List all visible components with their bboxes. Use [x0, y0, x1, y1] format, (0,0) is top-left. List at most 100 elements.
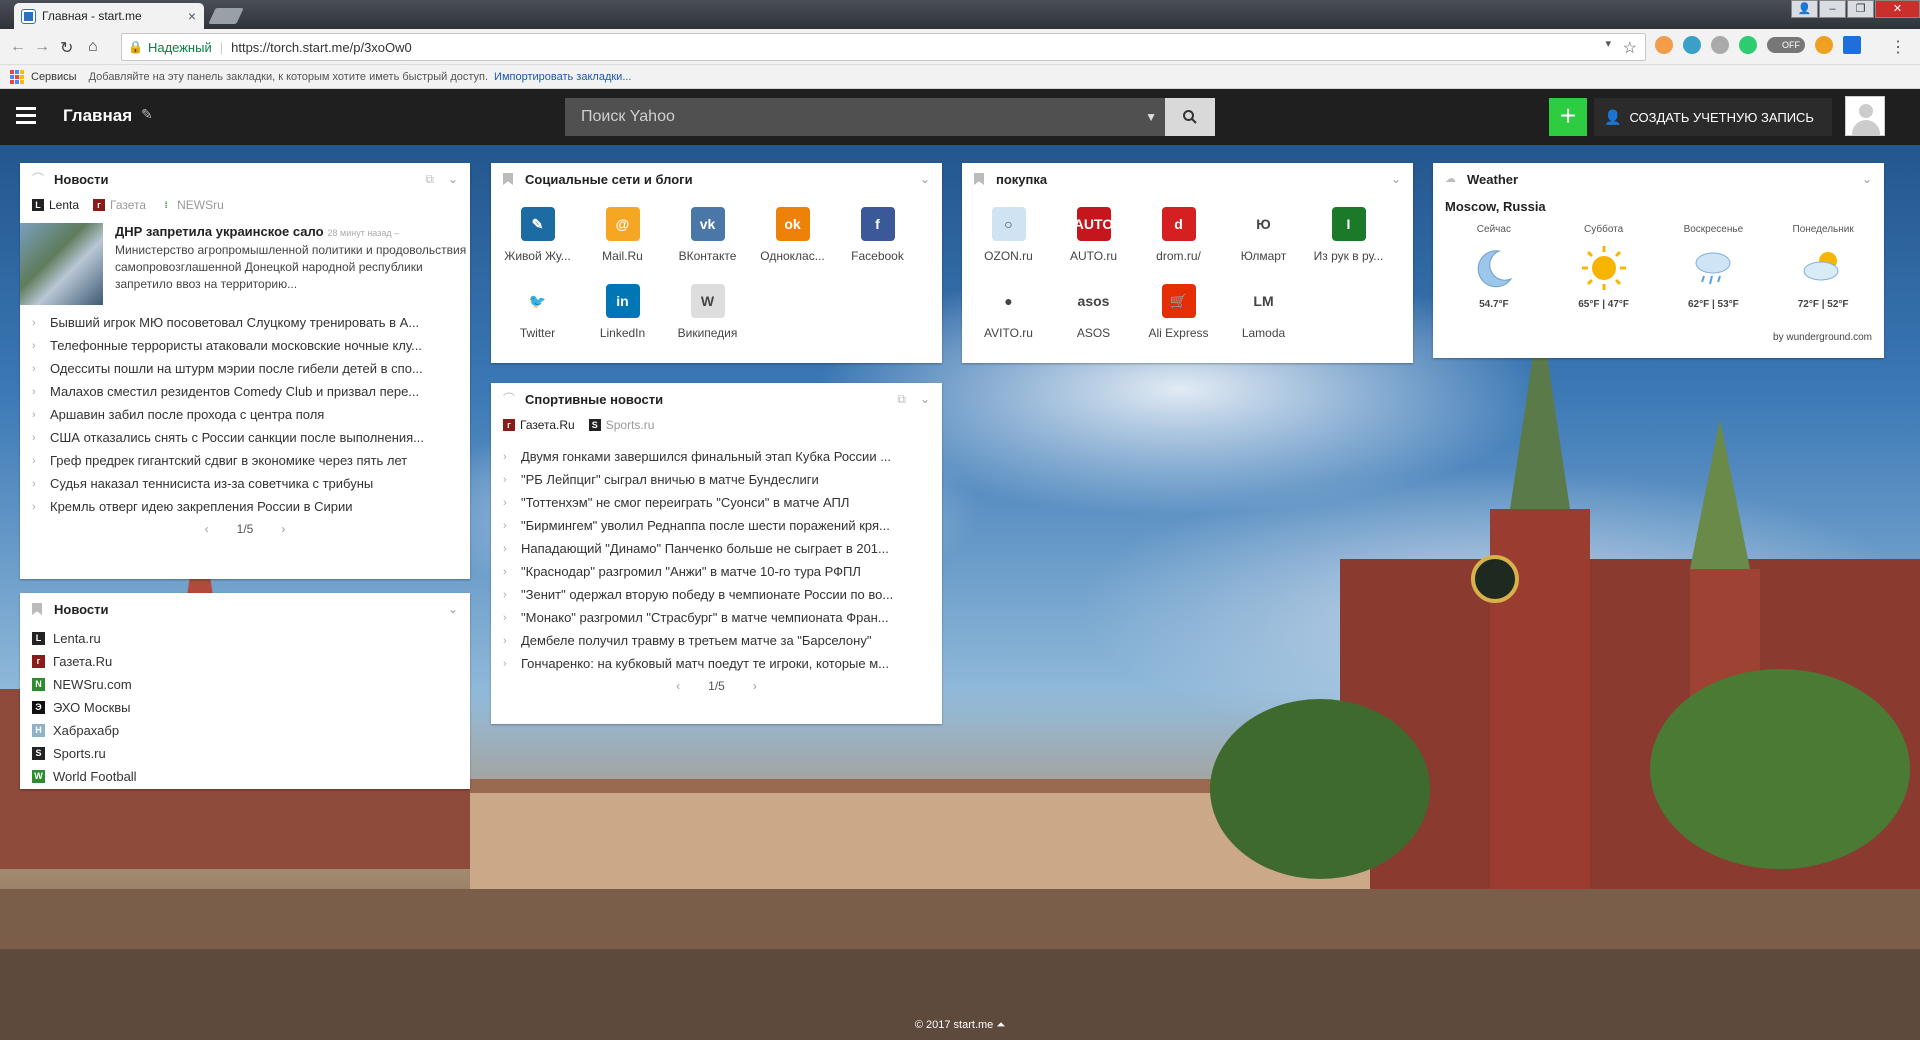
source-tab-gazeta[interactable]: г Газета	[93, 198, 146, 212]
import-bookmarks-link[interactable]: Импортировать закладки...	[494, 71, 631, 83]
list-item[interactable]: › Кремль отверг идею закрепления России в…	[32, 495, 458, 518]
bookmark-tile[interactable]: W Википедия	[665, 278, 750, 355]
list-item[interactable]: › "Краснодар" разгромил "Анжи" в матче 10…	[503, 560, 930, 583]
list-item[interactable]: › "Зенит" одержал вторую победу в чемпион…	[503, 583, 930, 606]
bookmark-tile[interactable]: asos ASOS	[1051, 278, 1136, 355]
user-icon[interactable]: 👤	[1791, 0, 1818, 18]
extension-download-icon[interactable]	[1711, 36, 1729, 54]
list-item[interactable]: › Нападающий "Динамо" Панченко больше не …	[503, 537, 930, 560]
back-icon[interactable]: ←	[10, 38, 26, 56]
list-item[interactable]: › Одесситы пошли на штурм мэрии после гиб…	[32, 357, 458, 380]
avatar[interactable]	[1845, 96, 1885, 136]
apps-link[interactable]: Сервисы	[31, 71, 77, 83]
external-link-icon[interactable]: ⧉	[897, 392, 906, 407]
widget-title[interactable]: Weather	[1467, 172, 1862, 187]
list-item[interactable]: › США отказались снять с России санкции п…	[32, 426, 458, 449]
bookmark-tile[interactable]: ✎ Живой Жу...	[495, 201, 580, 278]
link-item[interactable]: S Sports.ru	[32, 742, 458, 765]
bookmark-tile[interactable]: ○ OZON.ru	[966, 201, 1051, 278]
bookmark-tile[interactable]: ● AVITO.ru	[966, 278, 1051, 355]
chevron-down-icon[interactable]: ⌄	[920, 172, 930, 186]
close-window-button[interactable]: ✕	[1875, 0, 1920, 18]
url-text[interactable]: https://torch.start.me/p/3xoOw0	[231, 40, 412, 55]
minimize-button[interactable]: –	[1819, 0, 1846, 18]
widget-title[interactable]: Новости	[54, 172, 425, 187]
apps-grid-icon[interactable]	[10, 69, 24, 84]
source-tab-sportsru[interactable]: S Sports.ru	[588, 418, 654, 432]
widget-title[interactable]: Спортивные новости	[525, 392, 897, 407]
list-item[interactable]: › Греф предрек гигантский сдвиг в экономи…	[32, 449, 458, 472]
bookmark-tile[interactable]: LM Lamoda	[1221, 278, 1306, 355]
list-item[interactable]: › Аршавин забил после прохода с центра по…	[32, 403, 458, 426]
extension-toggle[interactable]: OFF	[1767, 37, 1805, 53]
source-tab-lenta[interactable]: L Lenta	[32, 198, 79, 212]
extension-green-icon[interactable]	[1739, 36, 1757, 54]
link-item[interactable]: г Газета.Ru	[32, 650, 458, 673]
search-input[interactable]	[565, 98, 1146, 136]
search-button[interactable]	[1165, 98, 1215, 136]
link-item[interactable]: N NEWSru.com	[32, 673, 458, 696]
page-title[interactable]: Главная	[63, 106, 132, 126]
extension-blue-icon[interactable]	[1843, 36, 1861, 54]
bookmark-tile[interactable]: 🐦 Twitter	[495, 278, 580, 355]
list-item[interactable]: › Двумя гонками завершился финальный этап…	[503, 445, 930, 468]
reload-icon[interactable]: ↻	[60, 38, 73, 58]
home-icon[interactable]: ⌂	[88, 38, 98, 56]
bookmark-tile[interactable]: @ Mail.Ru	[580, 201, 665, 278]
bookmark-tile[interactable]: AUTO AUTO.ru	[1051, 201, 1136, 278]
bookmark-tile[interactable]: 🛒 Ali Express	[1136, 278, 1221, 355]
omnibox[interactable]: 🔒 Надежный | https://torch.start.me/p/3x…	[121, 33, 1646, 61]
featured-article[interactable]: ДНР запретила украинское сало 28 минут на…	[20, 215, 470, 307]
chevron-down-icon[interactable]: ⌄	[448, 602, 458, 616]
hamburger-menu-icon[interactable]	[16, 107, 36, 124]
list-item[interactable]: › Гончаренко: на кубковый матч поедут те …	[503, 652, 930, 675]
chevron-down-icon[interactable]: ⌄	[1391, 172, 1401, 186]
extension-orange-icon[interactable]	[1655, 36, 1673, 54]
link-item[interactable]: L Lenta.ru	[32, 627, 458, 650]
bookmark-tile[interactable]: d drom.ru/	[1136, 201, 1221, 278]
widget-title[interactable]: покупка	[996, 172, 1391, 187]
prev-page-icon[interactable]: ‹	[205, 522, 209, 536]
article-headline[interactable]: ДНР запретила украинское сало	[115, 224, 324, 239]
bookmark-tile[interactable]: I Из рук в ру...	[1306, 201, 1391, 278]
source-tab-gazeta[interactable]: г Газета.Ru	[503, 418, 575, 432]
list-item[interactable]: › "Тоттенхэм" не смог переиграть "Суонси"…	[503, 491, 930, 514]
extension-pencil-icon[interactable]	[1815, 36, 1833, 54]
bookmark-tile[interactable]: Ю Юлмарт	[1221, 201, 1306, 278]
maximize-button[interactable]: ❐	[1847, 0, 1874, 18]
page-footer[interactable]: © 2017 start.me ⏶	[0, 1019, 1920, 1032]
weather-credit[interactable]: by wunderground.com	[1433, 310, 1884, 343]
bookmark-tile[interactable]: ok Одноклас...	[750, 201, 835, 278]
list-item[interactable]: › Бывший игрок МЮ посоветовал Слуцкому тр…	[32, 311, 458, 334]
list-item[interactable]: › "РБ Лейпциг" сыграл вничью в матче Бунд…	[503, 468, 930, 491]
bookmark-star-icon[interactable]: ☆	[1623, 38, 1637, 58]
browser-menu-icon[interactable]: ⋮	[1890, 37, 1906, 57]
add-widget-button[interactable]: +	[1549, 98, 1587, 136]
list-item[interactable]: › "Бирмингем" уволил Реднаппа после шести…	[503, 514, 930, 537]
edit-pencil-icon[interactable]: ✎	[141, 106, 153, 123]
close-tab-icon[interactable]: ×	[188, 8, 196, 24]
widget-title[interactable]: Социальные сети и блоги	[525, 172, 920, 187]
chevron-down-icon[interactable]: ⌄	[448, 172, 458, 186]
widget-title[interactable]: Новости	[54, 602, 448, 617]
search-engine-dropdown-icon[interactable]: ▼	[1145, 110, 1157, 124]
chevron-down-icon[interactable]: ⌄	[1862, 172, 1872, 186]
forward-icon[interactable]: →	[34, 38, 50, 56]
extension-headphones-icon[interactable]	[1683, 36, 1701, 54]
bookmark-tile[interactable]: f Facebook	[835, 201, 920, 278]
browser-tab[interactable]: Главная - start.me ×	[14, 3, 204, 29]
bookmark-tile[interactable]: in LinkedIn	[580, 278, 665, 355]
prev-page-icon[interactable]: ‹	[676, 679, 680, 693]
list-item[interactable]: › Судья наказал теннисиста из-за советчик…	[32, 472, 458, 495]
list-item[interactable]: › "Монако" разгромил "Страсбург" в матче …	[503, 606, 930, 629]
external-link-icon[interactable]: ⧉	[425, 172, 434, 187]
link-item[interactable]: W World Football	[32, 765, 458, 788]
link-item[interactable]: H Хабрахабр	[32, 719, 458, 742]
link-item[interactable]: Э ЭХО Москвы	[32, 696, 458, 719]
next-page-icon[interactable]: ›	[753, 679, 757, 693]
list-item[interactable]: › Малахов сместил резидентов Comedy Club …	[32, 380, 458, 403]
list-item[interactable]: › Дембеле получил травму в третьем матче …	[503, 629, 930, 652]
list-item[interactable]: › Телефонные террористы атаковали московс…	[32, 334, 458, 357]
next-page-icon[interactable]: ›	[281, 522, 285, 536]
new-tab-button[interactable]	[208, 8, 244, 24]
